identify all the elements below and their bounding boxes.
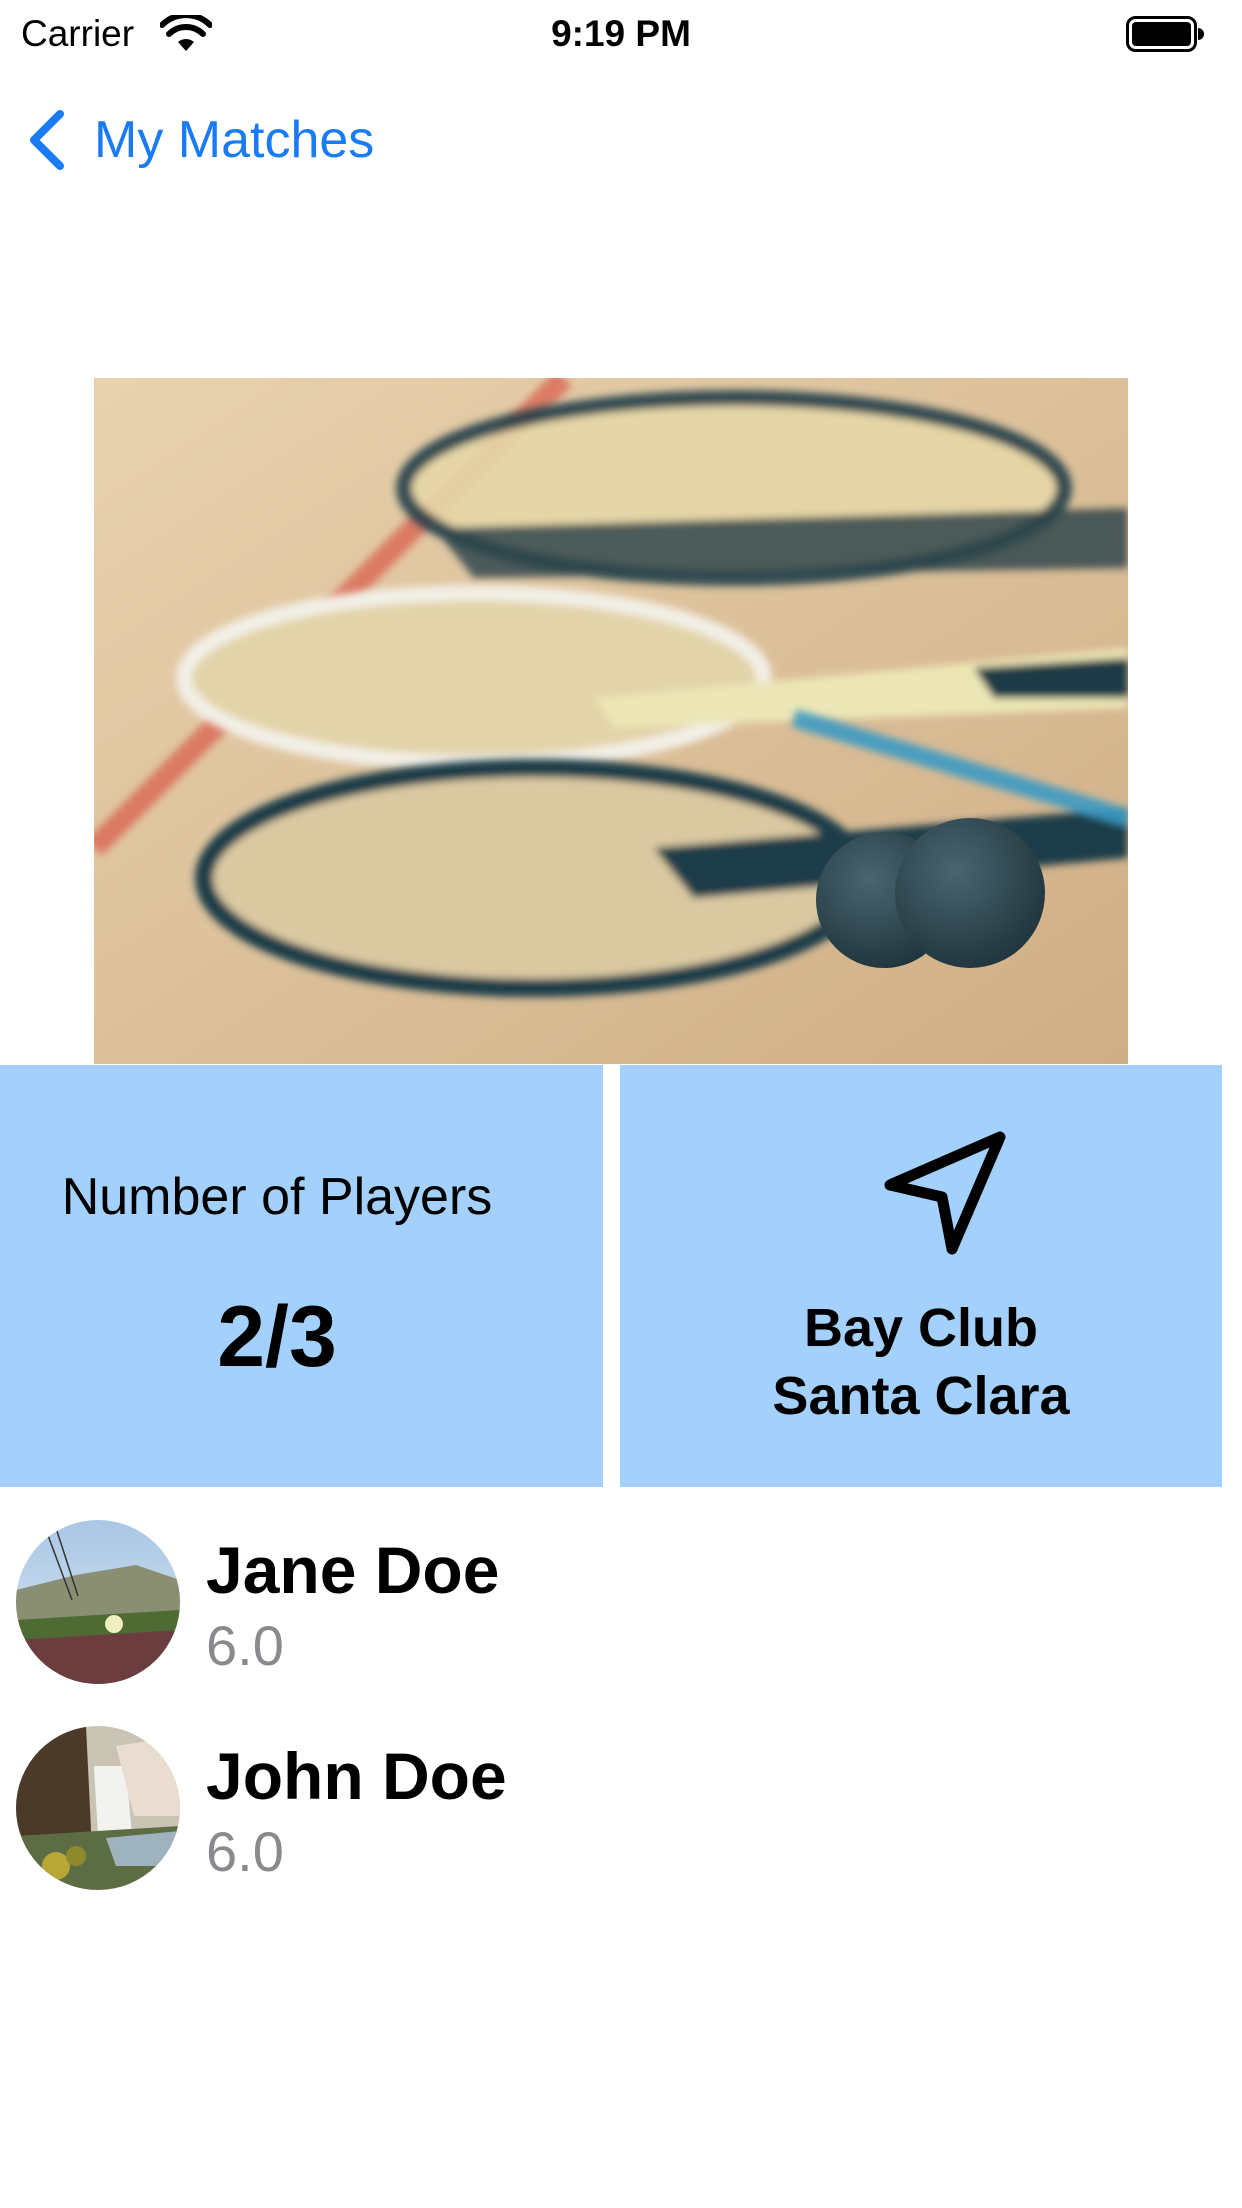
status-bar: Carrier 9:19 PM bbox=[0, 0, 1242, 66]
status-time: 9:19 PM bbox=[551, 13, 691, 54]
player-rating: 6.0 bbox=[206, 1820, 284, 1883]
player-row[interactable]: Jane Doe 6.0 bbox=[0, 1510, 1242, 1706]
waterfall-avatar bbox=[16, 1726, 180, 1890]
avatar bbox=[16, 1520, 180, 1684]
players-count-tile: Number of Players 2/3 bbox=[0, 1065, 603, 1487]
avatar bbox=[16, 1726, 180, 1890]
player-name: Jane Doe bbox=[206, 1533, 500, 1607]
player-row[interactable]: John Doe 6.0 bbox=[0, 1716, 1242, 1912]
location-tile[interactable]: Bay Club Santa Clara bbox=[620, 1065, 1222, 1487]
coastal-flowers-avatar bbox=[16, 1520, 180, 1684]
back-button[interactable]: My Matches bbox=[22, 102, 374, 178]
location-arrow-icon bbox=[884, 1131, 1006, 1255]
chevron-left-icon bbox=[30, 110, 64, 170]
back-label: My Matches bbox=[94, 111, 375, 169]
player-rating: 6.0 bbox=[206, 1614, 284, 1677]
location-name-line-2: Santa Clara bbox=[772, 1366, 1070, 1426]
location-name-line-1: Bay Club bbox=[803, 1298, 1039, 1358]
players-count-value: 2/3 bbox=[217, 1289, 337, 1385]
battery-icon bbox=[1126, 16, 1204, 52]
players-count-label: Number of Players bbox=[61, 1168, 493, 1226]
squash-rackets-photo bbox=[94, 378, 1128, 1064]
player-name: John Doe bbox=[206, 1739, 507, 1813]
match-hero-image bbox=[94, 378, 1128, 1064]
